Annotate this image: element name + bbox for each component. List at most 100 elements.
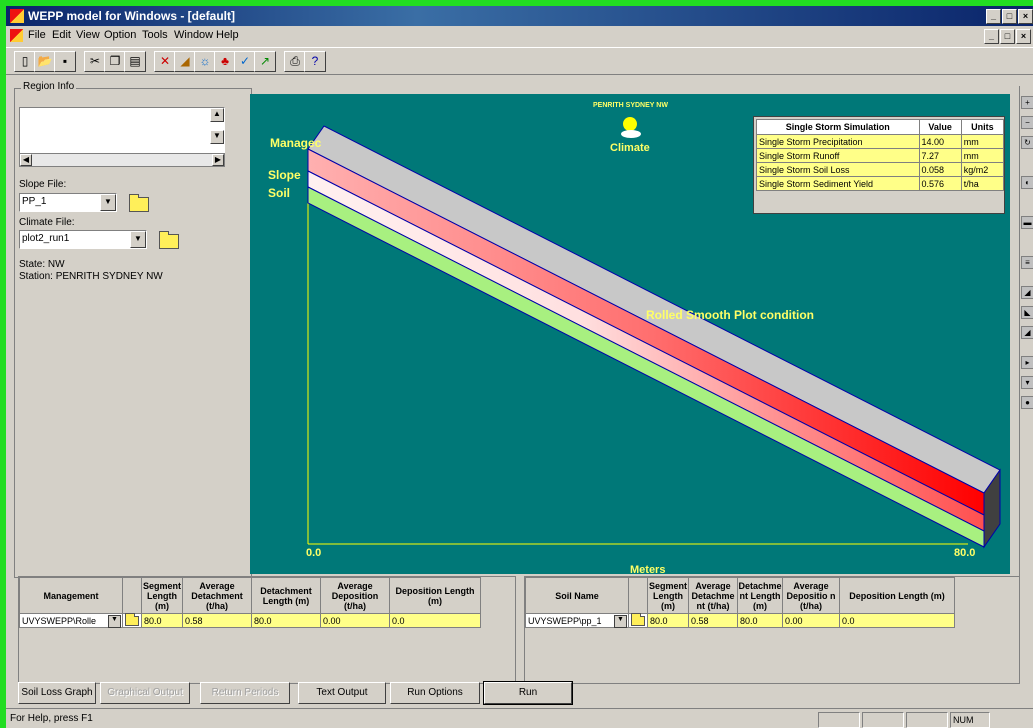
check-icon[interactable]: ✓ — [234, 51, 256, 72]
horizontal-scrollbar[interactable]: ◀ ▶ — [19, 153, 225, 167]
management-grid: Management Segment Length (m) Average De… — [18, 576, 516, 684]
mgmt-header-name: Management — [19, 577, 123, 614]
climate-folder-icon[interactable] — [159, 231, 179, 249]
climate-file-select[interactable]: plot2_run1 ▼ — [19, 230, 147, 249]
run-options-button[interactable]: Run Options — [390, 682, 480, 704]
copy-icon[interactable]: ❐ — [104, 51, 126, 72]
rotate-icon[interactable]: ↻ — [1021, 136, 1033, 149]
scroll-left-button[interactable]: ◀ — [20, 154, 32, 166]
settings-icon[interactable]: ▸ — [1021, 356, 1033, 369]
table-row: UVYSWEPP\Rolle ▼ 80.0 0.58 80.0 0.00 0.0 — [19, 613, 481, 628]
app-icon — [10, 9, 24, 23]
chevron-down-icon[interactable]: ▼ — [108, 615, 121, 628]
menu-edit[interactable]: Edit — [52, 29, 71, 41]
print-icon[interactable]: ⎙ — [284, 51, 306, 72]
management-layer-label: Managec — [270, 136, 322, 150]
mgmt-folder-cell[interactable] — [122, 613, 142, 628]
slope-layer — [307, 170, 985, 532]
mdi-minimize-button[interactable]: _ — [984, 29, 999, 44]
layer-icon[interactable]: ▬ — [1021, 216, 1033, 229]
window-title: WEPP model for Windows - [default] — [28, 9, 235, 23]
maximize-button[interactable]: □ — [1002, 9, 1017, 24]
open-icon[interactable]: 📂 — [34, 51, 56, 72]
slope-view-3-icon[interactable]: ◢ — [1021, 326, 1033, 339]
folder-icon[interactable] — [125, 613, 139, 626]
scroll-right-button[interactable]: ▶ — [212, 154, 224, 166]
mgmt-header-detlen: Detachment Length (m) — [251, 577, 321, 614]
soil-cell-detlen[interactable]: 80.0 — [737, 613, 783, 628]
list-icon[interactable]: ≡ — [1021, 256, 1033, 269]
soil-cell-avgdep[interactable]: 0.00 — [782, 613, 840, 628]
slope-view-icon[interactable]: ◢ — [1021, 286, 1033, 299]
soil-loss-graph-button[interactable]: Soil Loss Graph — [18, 682, 96, 704]
return-periods-button[interactable]: Return Periods — [200, 682, 290, 704]
side-toolbar: + − ↻ ◐ ▬ ≡ ◢ ◣ ◢ ▸ ▾ ● — [1019, 86, 1033, 576]
graphical-output-button[interactable]: Graphical Output — [100, 682, 190, 704]
storm-cell-name: Single Storm Soil Loss — [756, 162, 920, 177]
soil-cell-seg[interactable]: 80.0 — [647, 613, 689, 628]
mgmt-cell-seg[interactable]: 80.0 — [141, 613, 183, 628]
mgmt-cell-avgdep[interactable]: 0.00 — [320, 613, 390, 628]
mgmt-cell-detlen[interactable]: 80.0 — [251, 613, 321, 628]
slope-view-2-icon[interactable]: ◣ — [1021, 306, 1033, 319]
slope-folder-icon[interactable] — [129, 194, 149, 212]
folder-icon[interactable] — [631, 613, 645, 626]
new-icon[interactable]: ▯ — [14, 51, 36, 72]
cut-icon[interactable]: ✂ — [84, 51, 106, 72]
menu-tools[interactable]: Tools — [142, 29, 168, 41]
mdi-close-button[interactable]: × — [1016, 29, 1031, 44]
status-cell-1 — [818, 712, 860, 728]
management-icon[interactable]: ♣ — [214, 51, 236, 72]
text-output-button[interactable]: Text Output — [298, 682, 386, 704]
mgmt-header-avgdet: Average Detachment (t/ha) — [182, 577, 252, 614]
hillslope-plot[interactable]: Managec Slope Soil PENRITH SYDNEY NW Cli… — [250, 94, 1010, 574]
mdi-restore-button[interactable]: □ — [1000, 29, 1015, 44]
storm-cell-units: kg/m2 — [960, 162, 1005, 177]
slope-icon[interactable]: ◢ — [174, 51, 196, 72]
chevron-down-icon[interactable]: ▼ — [100, 194, 116, 211]
chevron-down-icon[interactable]: ▾ — [1021, 376, 1033, 389]
scroll-up-button[interactable]: ▲ — [210, 108, 224, 122]
climate-label: Climate — [610, 142, 650, 154]
chevron-down-icon[interactable]: ▼ — [130, 231, 146, 248]
region-info-textarea[interactable]: ▲ ▼ — [19, 107, 225, 155]
storm-cell-value: 7.27 — [918, 148, 962, 163]
soil-cell-avgdet[interactable]: 0.58 — [688, 613, 738, 628]
marker-icon[interactable]: ● — [1021, 396, 1033, 409]
menu-file[interactable]: File — [28, 29, 46, 41]
slope-file-select[interactable]: PP_1 ▼ — [19, 193, 117, 212]
mgmt-cell-name[interactable]: UVYSWEPP\Rolle ▼ — [19, 613, 123, 628]
storm-row: Single Storm Runoff 7.27 mm — [756, 148, 1005, 163]
soil-cell-name[interactable]: UVYSWEPP\pp_1 ▼ — [525, 613, 629, 628]
storm-cell-name: Single Storm Precipitation — [756, 134, 920, 149]
soil-header-blank — [628, 577, 648, 614]
x-end-label: 80.0 — [954, 547, 976, 559]
zoom-in-icon[interactable]: + — [1021, 96, 1033, 109]
close-button[interactable]: × — [1018, 9, 1033, 24]
slope-file-label: Slope File: — [19, 179, 67, 190]
soil-folder-cell[interactable] — [628, 613, 648, 628]
menu-window[interactable]: Window — [174, 29, 213, 41]
mgmt-cell-deplen[interactable]: 0.0 — [389, 613, 481, 628]
document-icon[interactable] — [10, 29, 23, 42]
slope-file-value: PP_1 — [22, 196, 47, 207]
chevron-down-icon[interactable]: ▼ — [614, 615, 627, 628]
help-icon[interactable]: ? — [304, 51, 326, 72]
delete-icon[interactable]: ✕ — [154, 51, 176, 72]
minimize-button[interactable]: _ — [986, 9, 1001, 24]
view-icon[interactable]: ◐ — [1021, 176, 1033, 189]
soil-layer-label: Soil — [268, 186, 291, 200]
mgmt-cell-avgdet[interactable]: 0.58 — [182, 613, 252, 628]
paste-icon[interactable]: ▤ — [124, 51, 146, 72]
save-icon[interactable]: ▪ — [54, 51, 76, 72]
zoom-out-icon[interactable]: − — [1021, 116, 1033, 129]
storm-row: Single Storm Precipitation 14.00 mm — [756, 134, 1005, 149]
menu-option[interactable]: Option — [104, 29, 136, 41]
menu-view[interactable]: View — [76, 29, 100, 41]
menu-help[interactable]: Help — [216, 29, 239, 41]
graph-icon[interactable]: ↗ — [254, 51, 276, 72]
run-button[interactable]: Run — [483, 681, 573, 705]
scroll-down-button[interactable]: ▼ — [210, 130, 224, 144]
soil-cell-deplen[interactable]: 0.0 — [839, 613, 955, 628]
climate-icon[interactable]: ☼ — [194, 51, 216, 72]
